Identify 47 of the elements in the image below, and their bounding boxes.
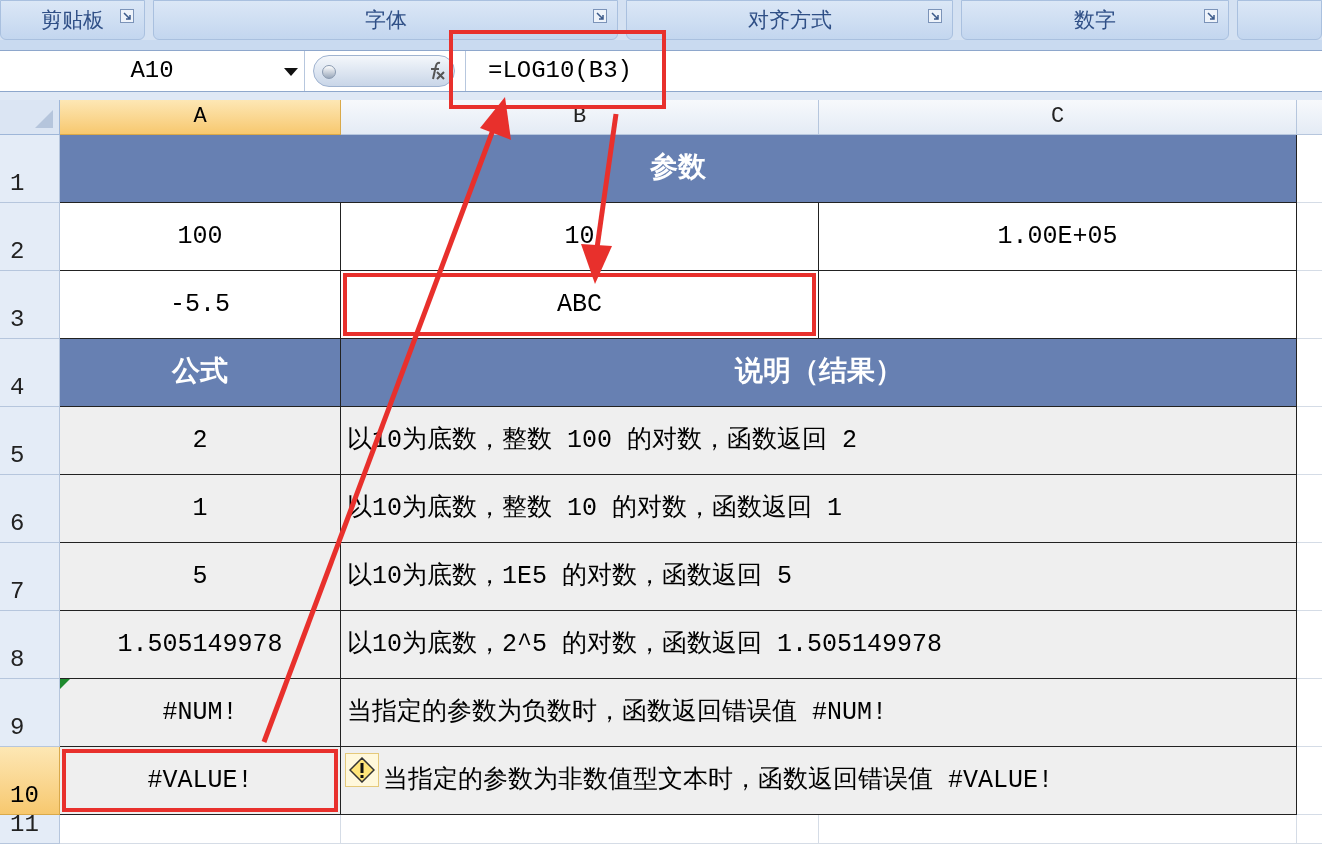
row-header[interactable]: 5: [0, 407, 60, 475]
ribbon-group-label: 对齐方式: [747, 7, 832, 34]
row-header[interactable]: 8: [0, 611, 60, 679]
row-header[interactable]: 4: [0, 339, 60, 407]
cell-text: 公式: [172, 355, 228, 390]
cell-text: #VALUE!: [147, 764, 253, 797]
corner-triangle-icon: [35, 110, 53, 128]
ribbon-group-label: 数字: [1074, 7, 1116, 34]
dropdown-arrow-icon[interactable]: [284, 68, 298, 76]
name-box[interactable]: A10: [0, 51, 305, 91]
dialog-launcher-icon[interactable]: [928, 9, 942, 23]
cell-text: 参数: [650, 151, 706, 186]
formula-input[interactable]: =LOG10(B3): [465, 51, 1322, 91]
column-header[interactable]: A: [60, 100, 341, 135]
cell-text: ABC: [557, 288, 602, 321]
cell-text: 100: [177, 220, 223, 253]
cell-text: 2: [192, 424, 208, 457]
formula-text: =LOG10(B3): [488, 56, 633, 86]
cell-text: 以10为底数，1E5 的对数，函数返回 5: [347, 560, 793, 593]
name-box-value: A10: [130, 56, 174, 86]
row-header[interactable]: 10: [0, 747, 60, 815]
cell-text: 1.00E+05: [997, 220, 1118, 253]
cell-text: -5.5: [170, 288, 230, 321]
row-header[interactable]: 3: [0, 271, 60, 339]
dialog-launcher-icon[interactable]: [120, 9, 134, 23]
row-header[interactable]: 6: [0, 475, 60, 543]
warning-icon[interactable]: [345, 753, 379, 787]
row-header[interactable]: 2: [0, 203, 60, 271]
function-icon[interactable]: [428, 61, 446, 81]
cell-text: 当指定的参数为负数时，函数返回错误值 #NUM!: [347, 696, 887, 729]
row-header[interactable]: 11: [0, 815, 60, 844]
dialog-launcher-icon[interactable]: [593, 9, 607, 23]
row-header[interactable]: 9: [0, 679, 60, 747]
ribbon-group-label: 剪贴板: [41, 7, 104, 34]
cell-text: 以10为底数，2^5 的对数，函数返回 1.505149978: [347, 628, 943, 661]
cell-text: 当指定的参数为非数值型文本时，函数返回错误值 #VALUE!: [383, 764, 1054, 797]
dialog-launcher-icon[interactable]: [1204, 9, 1218, 23]
cell-text: 5: [192, 560, 208, 593]
cell-text: 说明（结果）: [734, 355, 903, 390]
cell-text: 10: [564, 220, 595, 253]
column-header[interactable]: C: [819, 100, 1297, 135]
ribbon-group-label: 字体: [364, 7, 407, 34]
cell-text: 1: [192, 492, 208, 525]
row-header[interactable]: 1: [0, 135, 60, 203]
cell-text: #NUM!: [162, 696, 238, 729]
cell-text: 1.505149978: [117, 628, 283, 661]
row-header[interactable]: 7: [0, 543, 60, 611]
